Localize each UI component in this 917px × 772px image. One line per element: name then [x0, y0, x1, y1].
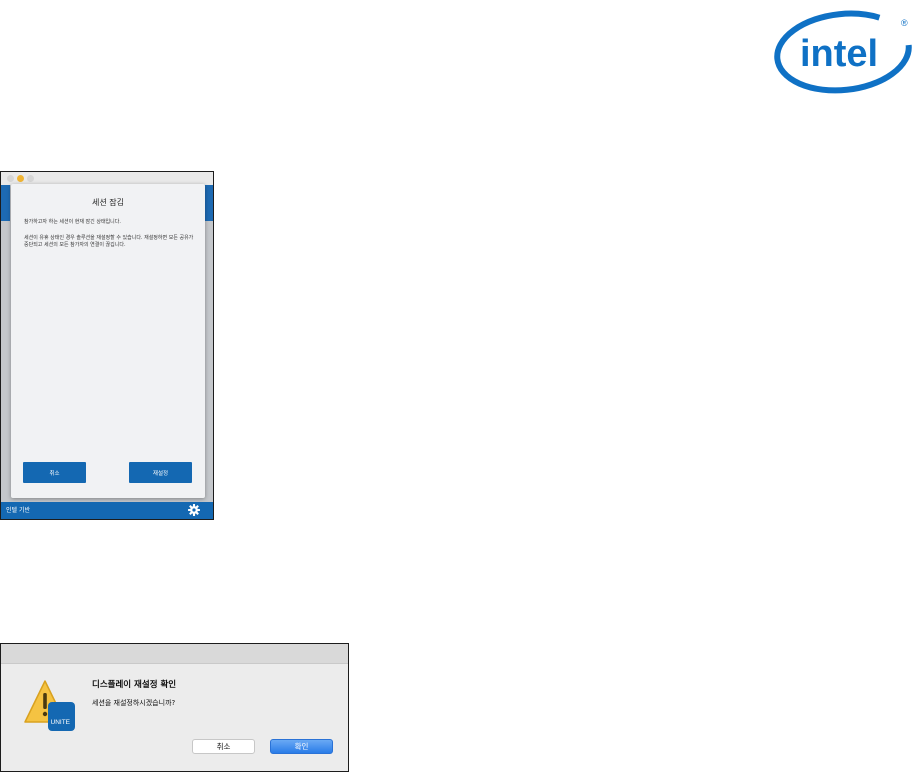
svg-text:®: ®	[901, 18, 908, 28]
accent-strip	[1, 185, 10, 221]
close-window-button[interactable]	[7, 175, 14, 182]
accent-strip	[204, 185, 213, 221]
dialog-title: 디스플레이 재설정 확인	[92, 680, 177, 690]
status-footer: 인텔 기반	[1, 502, 213, 519]
maximize-window-button[interactable]	[27, 175, 34, 182]
gear-icon[interactable]	[187, 503, 201, 517]
logo-text: intel	[800, 33, 878, 75]
dialog-message: 세션을 재설정하시겠습니까?	[92, 699, 176, 707]
cancel-button[interactable]: 취소	[23, 462, 86, 483]
window-titlebar	[1, 644, 348, 664]
intel-logo: intel ®	[774, 10, 912, 94]
locked-message: 참가하고자 하는 세션이 현재 잠긴 상태입니다.	[24, 219, 121, 225]
session-locked-dialog: 세션 잠김 참가하고자 하는 세션이 현재 잠긴 상태입니다. 세션이 유휴 상…	[11, 184, 205, 498]
display-reset-confirm-dialog: UNITE 디스플레이 재설정 확인 세션을 재설정하시겠습니까? 취소 확인	[0, 643, 349, 772]
dialog-title: 세션 잠김	[92, 198, 124, 207]
warning-icon: UNITE	[24, 680, 75, 731]
minimize-window-button[interactable]	[17, 175, 24, 182]
footer-label: 인텔 기반	[6, 507, 30, 514]
cancel-button[interactable]: 취소	[192, 739, 255, 754]
ok-button[interactable]: 확인	[270, 739, 333, 754]
reset-explanation: 세션이 유휴 상태인 경우 솔루션을 재설정할 수 있습니다. 재설정하면 모든…	[24, 235, 194, 248]
unite-app-icon-label: UNITE	[51, 719, 71, 726]
reset-button[interactable]: 재설정	[129, 462, 192, 483]
session-locked-window: 세션 잠김 참가하고자 하는 세션이 현재 잠긴 상태입니다. 세션이 유휴 상…	[0, 171, 214, 520]
